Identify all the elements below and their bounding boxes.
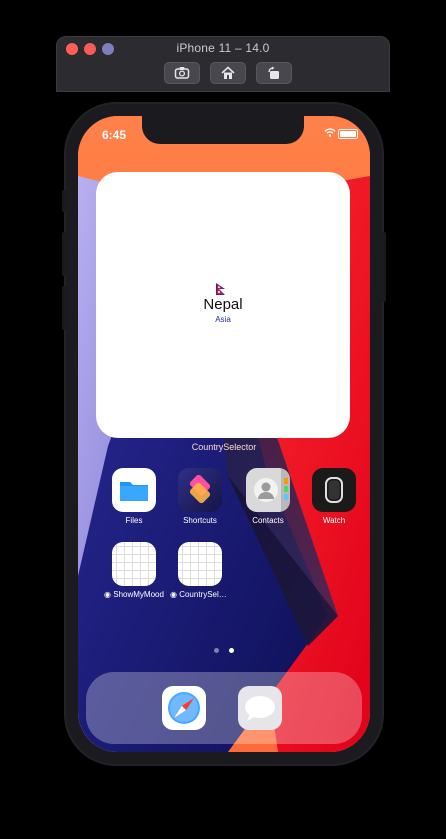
contacts-icon xyxy=(246,468,290,512)
messages-icon[interactable] xyxy=(238,686,282,730)
app-label: Files xyxy=(125,516,143,525)
app-label: ◉ ShowMyMood xyxy=(104,590,164,599)
battery-icon xyxy=(338,129,358,139)
watch-icon xyxy=(312,468,356,512)
country-name: Nepal xyxy=(203,296,243,313)
home-screen[interactable]: 6:45 Nepal Asia CountrySelector Files Sh… xyxy=(78,116,370,752)
page-indicator[interactable] xyxy=(78,640,370,658)
country-selector-widget[interactable]: Nepal Asia xyxy=(96,172,350,438)
rotate-icon xyxy=(268,66,279,79)
app-watch[interactable]: Watch xyxy=(304,468,364,525)
widget-caption: CountrySelector xyxy=(191,442,257,452)
safari-icon[interactable] xyxy=(162,686,206,730)
silent-switch xyxy=(62,190,66,212)
screenshot-button[interactable] xyxy=(164,62,200,84)
notch xyxy=(142,116,304,144)
app-contacts[interactable]: Contacts xyxy=(238,468,298,525)
iphone-device: 6:45 Nepal Asia CountrySelector Files Sh… xyxy=(62,104,386,764)
camera-icon xyxy=(174,67,190,79)
volume-down-button xyxy=(62,286,66,330)
page-dot-1[interactable] xyxy=(213,648,219,653)
folder-icon xyxy=(112,468,156,512)
grid-app-icon xyxy=(112,542,156,586)
app-label: Watch xyxy=(322,516,346,525)
page-dot-2[interactable] xyxy=(229,648,235,653)
dock xyxy=(86,672,362,744)
app-label: Contacts xyxy=(252,516,284,525)
simulator-toolbar xyxy=(164,62,292,84)
simulator-title: iPhone 11 – 14.0 xyxy=(176,41,270,55)
app-label: ◉ CountrySelec... xyxy=(170,590,230,599)
app-showmymood[interactable]: ◉ ShowMyMood xyxy=(104,542,164,599)
grid-app-icon xyxy=(178,542,222,586)
power-button xyxy=(382,232,386,302)
nepal-flag-icon xyxy=(216,283,225,295)
app-label: Shortcuts xyxy=(183,516,217,525)
rotate-button[interactable] xyxy=(256,62,292,84)
app-countryselector[interactable]: ◉ CountrySelec... xyxy=(170,542,230,599)
volume-up-button xyxy=(62,232,66,276)
home-icon xyxy=(221,66,235,79)
home-button[interactable] xyxy=(210,62,246,84)
region-name: Asia xyxy=(215,315,231,324)
status-time: 6:45 xyxy=(102,128,127,142)
simulator-window: iPhone 11 – 14.0 xyxy=(56,36,390,92)
shortcuts-icon xyxy=(178,468,222,512)
app-shortcuts[interactable]: Shortcuts xyxy=(170,468,230,525)
app-files[interactable]: Files xyxy=(104,468,164,525)
wifi-icon xyxy=(324,128,336,137)
